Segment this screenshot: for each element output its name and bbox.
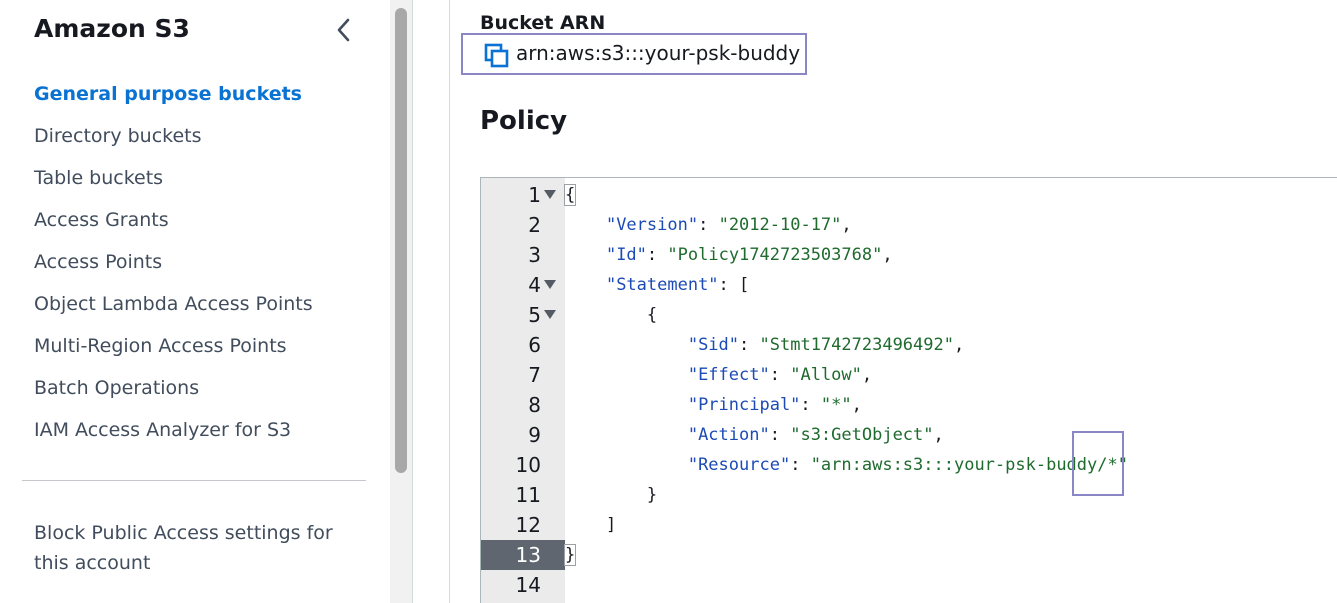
line-number: 8 (528, 393, 541, 417)
fold-toggle-icon[interactable] (544, 280, 556, 289)
code-text: "Statement": [ (605, 275, 750, 295)
editor-line[interactable]: 9 "Action": "s3:GetObject", (481, 420, 1337, 450)
line-number: 2 (528, 213, 541, 237)
code-text: { (563, 184, 577, 206)
line-number: 6 (528, 333, 541, 357)
code-text: "Effect": "Allow", (687, 365, 873, 385)
policy-editor[interactable]: 1{2 "Version": "2012-10-17", 3 "Id": "Pol… (480, 177, 1337, 603)
sidebar-item-object-lambda-access-points[interactable]: Object Lambda Access Points (34, 288, 313, 330)
editor-line[interactable]: 11 } (481, 480, 1337, 510)
editor-line[interactable]: 1{ (481, 180, 1337, 210)
line-number: 1 (528, 183, 541, 207)
code-text: "Sid": "Stmt1742723496492", (687, 335, 965, 355)
sidebar-title: Amazon S3 (34, 14, 190, 43)
copy-icon[interactable] (484, 43, 510, 69)
sidebar-item-general-purpose-buckets[interactable]: General purpose buckets (34, 78, 313, 120)
editor-line[interactable]: 3 "Id": "Policy1742723503768", (481, 240, 1337, 270)
fold-toggle-icon[interactable] (544, 190, 556, 199)
sidebar-item-multi-region-access-points[interactable]: Multi-Region Access Points (34, 330, 313, 372)
line-number: 4 (528, 273, 541, 297)
sidebar-item-table-buckets[interactable]: Table buckets (34, 162, 313, 204)
editor-line[interactable]: 4 "Statement": [ (481, 270, 1337, 300)
line-number: 10 (515, 453, 541, 477)
bucket-arn-label: Bucket ARN (480, 12, 606, 34)
sidebar-scrollbar[interactable] (390, 0, 413, 603)
sidebar-item-access-points[interactable]: Access Points (34, 246, 313, 288)
sidebar-nav: General purpose buckets Directory bucket… (34, 78, 313, 456)
code-text: "Principal": "*", (687, 395, 862, 415)
editor-line[interactable]: 2 "Version": "2012-10-17", (481, 210, 1337, 240)
sidebar-item-batch-operations[interactable]: Batch Operations (34, 372, 313, 414)
line-number: 3 (528, 243, 541, 267)
main-content: Bucket ARN arn:aws:s3:::your-psk-buddy P… (413, 0, 1337, 603)
editor-line[interactable]: 7 "Effect": "Allow", (481, 360, 1337, 390)
line-number: 7 (528, 363, 541, 387)
editor-line[interactable]: 8 "Principal": "*", (481, 390, 1337, 420)
editor-line[interactable]: 14 (481, 570, 1337, 600)
chevron-left-icon (337, 18, 350, 42)
code-text: "Id": "Policy1742723503768", (605, 245, 893, 265)
code-text: } (565, 485, 658, 505)
sidebar-divider (22, 480, 366, 481)
editor-line[interactable]: 12 ] (481, 510, 1337, 540)
code-text: { (565, 305, 658, 325)
line-number: 5 (528, 303, 541, 327)
line-number: 12 (515, 513, 541, 537)
code-text: } (563, 544, 577, 566)
code-text: "Action": "s3:GetObject", (687, 425, 944, 445)
fold-toggle-icon[interactable] (544, 310, 556, 319)
sidebar: Amazon S3 General purpose buckets Direct… (0, 0, 390, 603)
code-text: "Resource": "arn:aws:s3:::your-psk-buddy… (687, 455, 1128, 475)
editor-line[interactable]: 13} (481, 540, 1337, 570)
line-number: 11 (515, 483, 541, 507)
code-text: ] (565, 515, 617, 535)
sidebar-item-block-public-access[interactable]: Block Public Access settings for this ac… (34, 518, 354, 578)
editor-line[interactable]: 5 { (481, 300, 1337, 330)
scrollbar-thumb[interactable] (395, 8, 407, 473)
sidebar-item-directory-buckets[interactable]: Directory buckets (34, 120, 313, 162)
s3-console: Amazon S3 General purpose buckets Direct… (0, 0, 1337, 603)
sidebar-item-iam-access-analyzer[interactable]: IAM Access Analyzer for S3 (34, 414, 313, 456)
editor-line[interactable]: 10 "Resource": "arn:aws:s3:::your-psk-bu… (481, 450, 1337, 480)
collapse-sidebar-button[interactable] (330, 16, 358, 44)
sidebar-item-access-grants[interactable]: Access Grants (34, 204, 313, 246)
code-text: "Version": "2012-10-17", (605, 215, 852, 235)
policy-heading: Policy (480, 106, 568, 136)
line-number: 13 (515, 543, 541, 567)
editor-line[interactable]: 6 "Sid": "Stmt1742723496492", (481, 330, 1337, 360)
bucket-arn-value: arn:aws:s3:::your-psk-buddy (516, 41, 801, 65)
line-number: 14 (515, 573, 541, 597)
line-number: 9 (528, 423, 541, 447)
active-line-highlight: 13 (481, 540, 565, 570)
